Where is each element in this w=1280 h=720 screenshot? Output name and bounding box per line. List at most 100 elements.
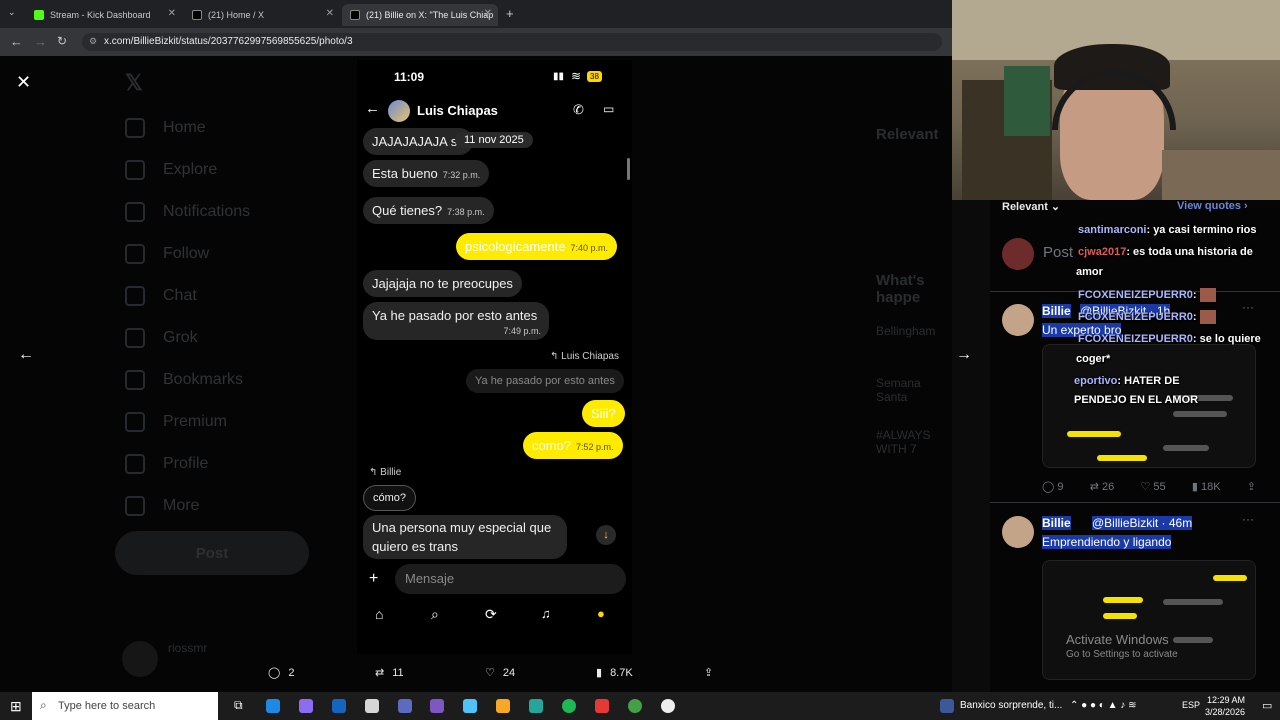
close-tab-icon[interactable]: ✕ — [484, 8, 492, 19]
messages-icon: ● — [597, 606, 605, 621]
divider — [990, 502, 1280, 503]
chrome-icon[interactable] — [628, 699, 642, 713]
trend-item[interactable]: #ALWAYS WITH 7 — [876, 428, 952, 456]
repost-button[interactable]: ⇄ 26 — [1090, 480, 1115, 493]
next-photo-icon[interactable]: → — [956, 346, 972, 364]
news-widget[interactable]: Banxico sorprende, ti... — [960, 700, 1062, 711]
search-icon: ⌕ — [40, 698, 47, 712]
user-icon — [125, 454, 145, 474]
reply-indicator-billie: ↰ Billie — [369, 467, 402, 478]
sidebar-item-premium[interactable]: Premium — [125, 412, 227, 432]
chat-message: santimarconi: ya casi termino rios — [1078, 224, 1257, 236]
view-quotes-link[interactable]: View quotes › — [1177, 200, 1248, 212]
app-icon[interactable] — [430, 699, 444, 713]
battery-icon: 38 — [587, 71, 602, 82]
chat-message: coger* — [1076, 353, 1111, 365]
sidebar-item-profile[interactable]: Profile — [125, 454, 208, 474]
tab-billie-post[interactable]: (21) Billie on X: "The Luis Chiap ✕ — [342, 4, 498, 26]
tab-kick[interactable]: Stream - Kick Dashboard ✕ — [26, 4, 182, 26]
trend-item[interactable]: Bellingham — [876, 324, 935, 338]
tab-list-icon[interactable]: ⌄ — [8, 7, 16, 18]
app-icon[interactable] — [529, 699, 543, 713]
trend-item[interactable]: Semana Santa — [876, 376, 952, 404]
reply-input[interactable]: Post — [1043, 244, 1073, 261]
post-button[interactable]: Post — [115, 531, 309, 575]
vscode-icon[interactable] — [398, 699, 412, 713]
prev-photo-icon[interactable]: ← — [18, 346, 34, 364]
heart-icon: ♡ — [485, 667, 495, 679]
language-indicator[interactable]: ESP — [1182, 700, 1200, 710]
sidebar-item-notifications[interactable]: Notifications — [125, 202, 250, 222]
views-button[interactable]: ▮ 8.7K — [596, 666, 633, 680]
webcam-overlay — [952, 0, 1280, 200]
sidebar-item-more[interactable]: More — [125, 496, 199, 516]
tab-title: Stream - Kick Dashboard — [50, 10, 151, 20]
back-icon[interactable]: ← — [10, 34, 23, 49]
sidebar-item-chat[interactable]: Chat — [125, 286, 197, 306]
folder-icon[interactable] — [496, 699, 510, 713]
chat-bubble: Esta bueno 7:32 p.m. — [363, 160, 490, 187]
views-icon: ▮ — [596, 667, 603, 679]
sidebar-item-follow[interactable]: Follow — [125, 244, 209, 264]
x-premium-icon — [125, 412, 145, 432]
chat-message: FCOXENEIZEPUERR0: — [1078, 288, 1216, 302]
views-button[interactable]: ▮ 18K — [1192, 480, 1221, 493]
reply-button[interactable]: ◯ 9 — [1042, 480, 1064, 493]
refresh-icon: ⟳ — [485, 606, 497, 622]
like-button[interactable]: ♡ 55 — [1140, 480, 1165, 493]
spotify-icon[interactable] — [562, 699, 576, 713]
taskbar-search-input[interactable]: ⌕ Type here to search — [32, 692, 218, 720]
sort-relevant[interactable]: Relevant ⌄ — [1002, 200, 1060, 213]
chat-message: amor — [1076, 266, 1103, 278]
sidebar-item-explore[interactable]: Explore — [125, 160, 217, 180]
obs-icon[interactable] — [661, 699, 675, 713]
tab-home-x[interactable]: (21) Home / X ✕ — [184, 4, 340, 26]
author-name[interactable]: Billie — [1042, 516, 1071, 530]
post-actions: ◯ 9 ⇄ 26 ♡ 55 ▮ 18K ⇪ — [1042, 480, 1256, 493]
like-button[interactable]: ♡ 24 — [485, 666, 515, 680]
close-tab-icon[interactable]: ✕ — [326, 8, 334, 19]
clock-time[interactable]: 12:29 AM — [1207, 695, 1245, 705]
reload-icon[interactable]: ↻ — [57, 34, 67, 48]
outlook-icon[interactable] — [332, 699, 346, 713]
edge-icon[interactable] — [266, 699, 280, 713]
author-handle[interactable]: @BillieBizkit · 46m — [1092, 516, 1193, 530]
more-icon[interactable]: ··· — [1242, 512, 1254, 526]
copilot-icon[interactable] — [299, 699, 313, 713]
author-name[interactable]: Billie — [1042, 304, 1071, 318]
signal-icon: ▮▮ — [553, 71, 565, 82]
sidebar-item-bookmarks[interactable]: Bookmarks — [125, 370, 243, 390]
url-field[interactable]: ⚙ x.com/BillieBizkit/status/203776299756… — [82, 33, 942, 51]
clock-date[interactable]: 3/28/2026 — [1205, 707, 1245, 717]
app-icon[interactable] — [595, 699, 609, 713]
chat-message: FCOXENEIZEPUERR0: — [1078, 310, 1216, 324]
share-icon[interactable]: ⇪ — [1247, 480, 1256, 493]
store-icon[interactable] — [365, 699, 379, 713]
avatar — [1002, 516, 1034, 548]
forward-icon[interactable]: → — [34, 34, 47, 49]
close-tab-icon[interactable]: ✕ — [168, 8, 176, 19]
sidebar-item-home[interactable]: Home — [125, 118, 206, 138]
news-icon — [940, 699, 954, 713]
sidebar-item-grok[interactable]: Grok — [125, 328, 198, 348]
reply-button[interactable]: ◯ 2 — [268, 666, 294, 680]
share-button[interactable]: ⇪ — [704, 666, 713, 679]
more-icon[interactable]: ··· — [1242, 300, 1254, 314]
post-image[interactable] — [1042, 344, 1256, 468]
new-tab-button[interactable]: + — [506, 6, 514, 21]
repost-button[interactable]: ⇄ 11 — [375, 666, 404, 680]
bell-icon — [125, 202, 145, 222]
notifications-icon[interactable]: ▭ — [1262, 699, 1272, 712]
tray-icons[interactable]: ⌃ ● ● ◐ ▲ ♪ ≋ — [1070, 700, 1136, 711]
app-icon[interactable] — [463, 699, 477, 713]
task-view-icon[interactable]: ⧉ — [234, 698, 243, 713]
avatar — [122, 641, 158, 677]
activate-windows-sub: Go to Settings to activate — [1066, 649, 1178, 660]
bell-icon: ♫ — [541, 606, 551, 621]
windows-start-icon[interactable]: ⊞ — [10, 698, 22, 715]
bookmark-icon — [125, 370, 145, 390]
post-image[interactable] — [1042, 560, 1256, 680]
site-info-icon[interactable]: ⚙ — [89, 36, 97, 47]
phone-icon: ✆ — [573, 102, 584, 117]
close-icon[interactable]: ✕ — [16, 72, 31, 93]
